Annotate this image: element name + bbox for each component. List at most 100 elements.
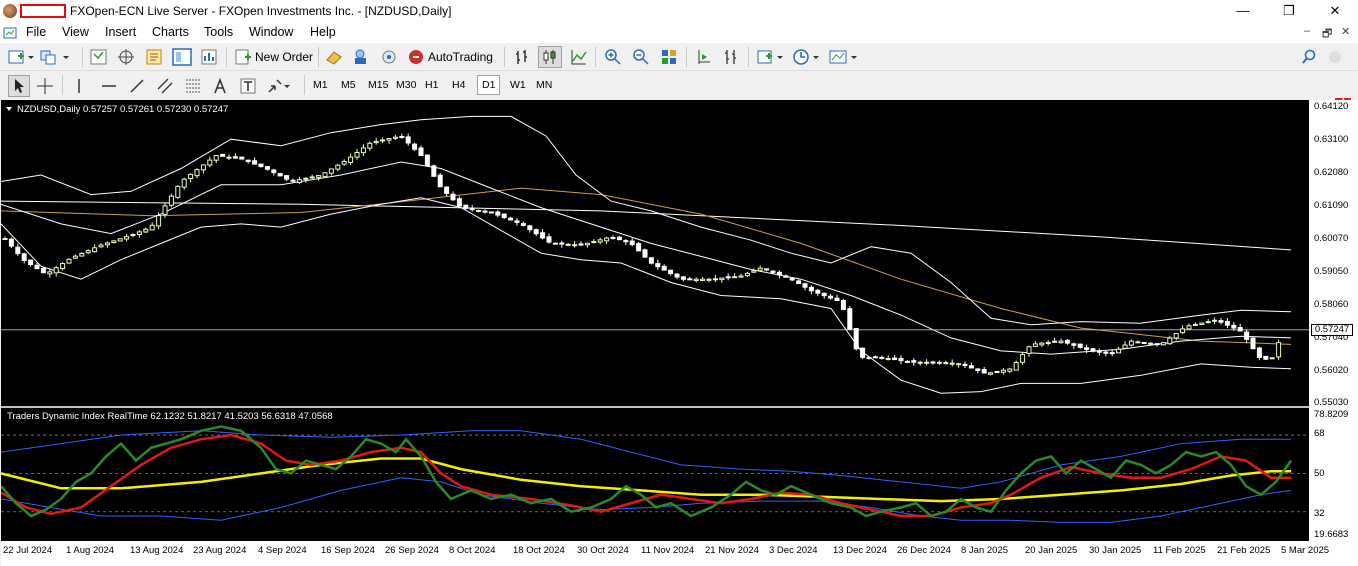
indicators-icon[interactable] xyxy=(757,47,785,67)
templates-icon[interactable] xyxy=(829,47,859,67)
candle-body xyxy=(463,204,469,209)
menu-charts[interactable]: Charts xyxy=(152,25,189,39)
candle-body xyxy=(1231,324,1237,329)
price-chart[interactable] xyxy=(1,100,1358,566)
timeframe-m1[interactable]: M1 xyxy=(309,75,332,95)
autotrading-button[interactable]: AutoTrading xyxy=(407,47,493,67)
timeframe-m15[interactable]: M15 xyxy=(364,75,392,95)
market-watch-icon[interactable] xyxy=(90,47,108,67)
timeframe-m5[interactable]: M5 xyxy=(337,75,360,95)
restore-button[interactable]: ❐ xyxy=(1266,0,1312,22)
menu-tools[interactable]: Tools xyxy=(204,25,233,39)
candle-body xyxy=(488,211,494,214)
terminal-icon[interactable] xyxy=(172,47,192,67)
text-icon[interactable] xyxy=(213,76,227,96)
candle-body xyxy=(1256,347,1262,358)
periods-icon[interactable] xyxy=(793,47,821,67)
zoom-out-icon[interactable] xyxy=(632,47,650,67)
minimize-button[interactable]: — xyxy=(1220,0,1266,22)
auto-scroll-icon[interactable] xyxy=(695,47,713,67)
candle-body xyxy=(296,179,302,183)
timeframe-w1[interactable]: W1 xyxy=(506,75,530,95)
timeframe-mn[interactable]: MN xyxy=(532,75,556,95)
standard-toolbar: New Order AutoTrading 1 xyxy=(0,43,1358,107)
experts-icon[interactable] xyxy=(352,47,370,67)
profiles-icon[interactable] xyxy=(40,47,70,67)
candle-body xyxy=(303,177,309,180)
candle-body xyxy=(789,277,795,281)
chart-window[interactable] xyxy=(1,100,1358,566)
candle-body xyxy=(405,136,411,144)
candle-body xyxy=(431,165,437,177)
mdi-minimize-button[interactable]: – xyxy=(1304,25,1310,37)
candle-body xyxy=(751,270,757,273)
strategy-tester-icon[interactable] xyxy=(200,47,218,67)
navigator-icon[interactable] xyxy=(145,47,163,67)
candle-body xyxy=(72,255,78,259)
candle-body xyxy=(258,163,264,168)
menu-file[interactable]: File xyxy=(26,25,46,39)
price-axis-label: 0.63100 xyxy=(1314,134,1349,145)
candle-body xyxy=(456,198,462,207)
equidistant-channel-icon[interactable] xyxy=(156,76,174,96)
tile-windows-icon[interactable] xyxy=(660,47,678,67)
date-axis-label: 26 Sep 2024 xyxy=(385,545,439,556)
candle-body xyxy=(706,278,712,281)
text-label-icon[interactable] xyxy=(240,76,256,96)
candlestick-chart-icon[interactable] xyxy=(538,46,562,68)
notifications-icon[interactable] xyxy=(1326,47,1344,67)
timeframe-h1[interactable]: H1 xyxy=(421,75,442,95)
candle-body xyxy=(328,168,334,174)
candle-body xyxy=(674,273,680,278)
candle-body xyxy=(85,250,91,254)
candle-body xyxy=(130,233,136,237)
new-order-button[interactable]: New Order xyxy=(234,47,313,67)
menu-window[interactable]: Window xyxy=(249,25,293,39)
indicator-axis-label: 50 xyxy=(1314,468,1325,479)
date-axis-label: 13 Aug 2024 xyxy=(130,545,184,556)
candle-body xyxy=(309,176,315,179)
data-window-icon[interactable] xyxy=(117,47,135,67)
horizontal-line-icon[interactable] xyxy=(100,76,118,96)
candle-body xyxy=(738,275,744,278)
candle-body xyxy=(936,361,942,364)
candle-body xyxy=(802,283,808,288)
candle-body xyxy=(520,223,526,226)
signals-icon[interactable] xyxy=(380,47,398,67)
metaeditor-icon[interactable] xyxy=(325,47,343,67)
candle-body xyxy=(776,271,782,276)
timeframe-h4[interactable]: H4 xyxy=(448,75,469,95)
new-chart-icon[interactable] xyxy=(8,47,34,67)
timeframe-d1[interactable]: D1 xyxy=(477,75,501,95)
arrows-icon[interactable] xyxy=(266,76,292,96)
vertical-line-icon[interactable] xyxy=(72,76,86,96)
menu-help[interactable]: Help xyxy=(310,25,336,39)
mdi-restore-button[interactable]: 🗗 xyxy=(1322,25,1332,44)
date-axis-label: 5 Mar 2025 xyxy=(1281,545,1330,556)
crosshair-icon[interactable] xyxy=(36,76,54,96)
candle-body xyxy=(239,156,245,160)
fibonacci-icon[interactable] xyxy=(184,76,202,96)
candle-body xyxy=(1269,357,1275,360)
menu-insert[interactable]: Insert xyxy=(105,25,136,39)
chart-shift-icon[interactable] xyxy=(722,47,740,67)
line-chart-icon[interactable] xyxy=(570,47,588,67)
zoom-in-icon[interactable] xyxy=(604,47,622,67)
candle-body xyxy=(840,300,846,310)
timeframe-m30[interactable]: M30 xyxy=(392,75,420,95)
cursor-icon[interactable] xyxy=(8,75,30,97)
chart-menu-icon[interactable] xyxy=(6,107,12,111)
bar-chart-icon[interactable] xyxy=(513,47,531,67)
candle-body xyxy=(469,208,475,211)
candle-body xyxy=(213,155,219,161)
candle-body xyxy=(316,175,322,178)
candle-body xyxy=(143,228,149,233)
close-button[interactable]: ✕ xyxy=(1312,0,1358,22)
candle-body xyxy=(1013,361,1019,371)
indicator-axis-label: 78.8209 xyxy=(1314,409,1349,420)
candle-body xyxy=(546,236,552,243)
trendline-icon[interactable] xyxy=(128,76,146,96)
menu-view[interactable]: View xyxy=(62,25,89,39)
search-icon[interactable] xyxy=(1301,47,1317,67)
mdi-close-button[interactable]: ✕ xyxy=(1341,25,1350,38)
